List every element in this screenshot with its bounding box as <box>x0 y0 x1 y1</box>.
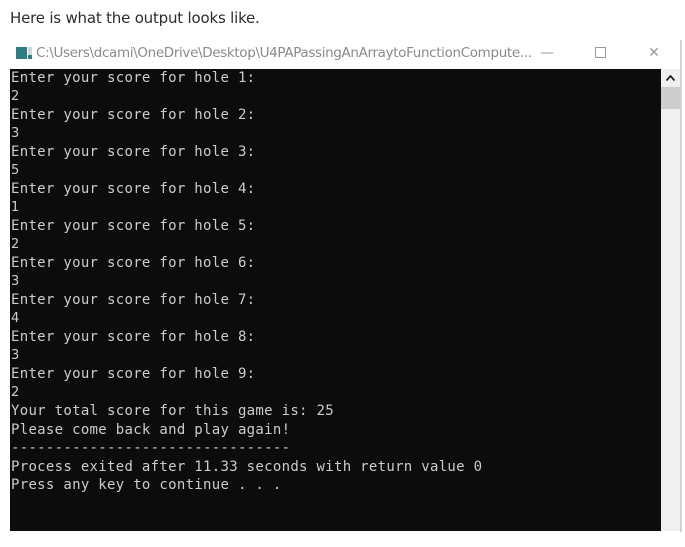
console-input-value: 2 <box>11 384 20 400</box>
console-app-icon <box>16 47 32 59</box>
console-line: Enter your score for hole 3: <box>11 144 256 160</box>
console-input-value: 2 <box>11 88 20 104</box>
console-line: Enter your score for hole 1: <box>11 70 256 86</box>
console-line: Press any key to continue . . . <box>11 477 282 493</box>
console-line: Enter your score for hole 7: <box>11 292 256 308</box>
console-input-value: 3 <box>11 273 20 289</box>
chevron-up-icon <box>665 74 676 82</box>
intro-text: Here is what the output looks like. <box>10 9 260 27</box>
console-line: Please come back and play again! <box>11 421 291 438</box>
minimize-icon: — <box>540 45 554 61</box>
console-line: Your total score for this game is: 25 <box>11 403 334 419</box>
console-window: C:\Users\dcami\OneDrive\Desktop\U4PAPass… <box>10 40 681 532</box>
console-line: Enter your score for hole 6: <box>11 255 256 271</box>
console-line: Process exited after 11.33 seconds with … <box>11 458 483 475</box>
minimize-button[interactable]: — <box>537 43 557 63</box>
vertical-scrollbar[interactable] <box>661 69 680 531</box>
console-line: Enter your score for hole 5: <box>11 218 256 234</box>
console-input-value: 2 <box>11 236 20 252</box>
console-line: Enter your score for hole 8: <box>11 329 256 345</box>
console-output[interactable]: Enter your score for hole 1: 2 Enter your … <box>10 69 661 531</box>
close-icon: ✕ <box>648 45 660 61</box>
console-input-value: 3 <box>11 125 20 141</box>
scrollbar-thumb[interactable] <box>661 87 680 109</box>
console-input-value: 3 <box>11 347 20 363</box>
console-line: Enter your score for hole 9: <box>11 366 256 382</box>
maximize-button[interactable] <box>590 43 610 63</box>
console-line: Enter your score for hole 2: <box>11 107 256 123</box>
console-input-value: 4 <box>11 310 20 326</box>
console-input-value: 5 <box>11 162 20 178</box>
console-line: Enter your score for hole 4: <box>11 181 256 197</box>
console-line: -------------------------------- <box>11 440 291 456</box>
maximize-icon <box>594 46 606 58</box>
close-button[interactable]: ✕ <box>644 43 664 63</box>
scroll-up-button[interactable] <box>661 69 680 87</box>
window-title: C:\Users\dcami\OneDrive\Desktop\U4PAPass… <box>36 45 532 61</box>
console-input-value: 1 <box>11 199 20 215</box>
title-bar[interactable]: C:\Users\dcami\OneDrive\Desktop\U4PAPass… <box>10 40 680 68</box>
divider <box>681 40 682 532</box>
